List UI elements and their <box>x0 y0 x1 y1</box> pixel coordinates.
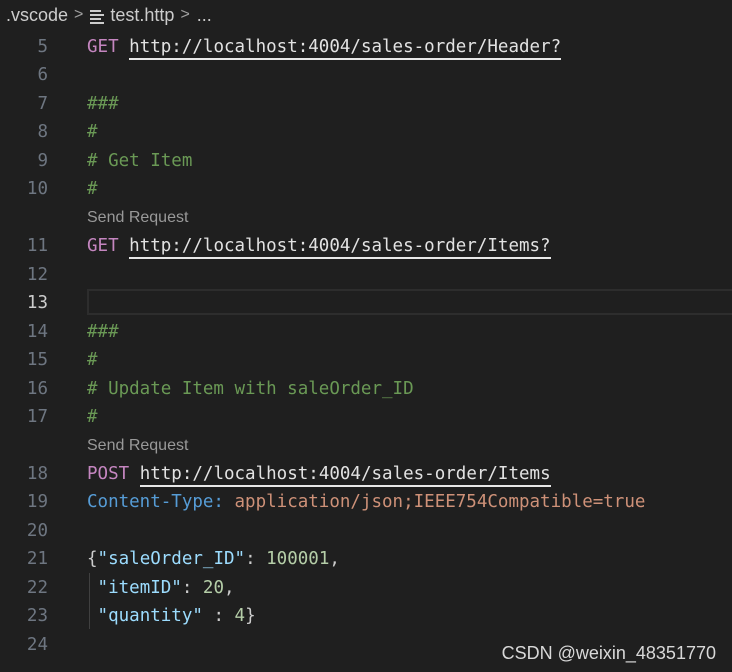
code-lens: Send Request <box>0 432 732 460</box>
comment: # Update Item with saleOrder_ID <box>87 379 414 399</box>
comment: ### <box>87 322 119 342</box>
code-line[interactable]: 16 # Update Item with saleOrder_ID <box>0 375 732 403</box>
line-number: 20 <box>26 521 48 541</box>
code-line[interactable]: 10 # <box>0 175 732 203</box>
header-value: application/json;IEEE754Compatible=true <box>234 492 646 512</box>
lines-file-icon <box>90 9 105 24</box>
breadcrumb-folder[interactable]: .vscode <box>6 5 68 26</box>
request-method: POST <box>87 464 130 484</box>
code-line[interactable]: 5 GET http://localhost:4004/sales-order/… <box>0 33 732 61</box>
code-line[interactable]: 23 "quantity" : 4} <box>0 602 732 630</box>
request-url-link[interactable]: http://localhost:4004/sales-order/Items <box>139 464 551 487</box>
json-brace: { <box>87 549 98 569</box>
code-line[interactable]: 18 POST http://localhost:4004/sales-orde… <box>0 460 732 488</box>
request-method: GET <box>87 236 119 256</box>
code-line-active[interactable]: 13 <box>0 289 732 317</box>
request-url-link[interactable]: http://localhost:4004/sales-order/Items? <box>129 236 551 259</box>
send-request-link[interactable]: Send Request <box>87 209 188 227</box>
comment: # <box>87 179 98 199</box>
comment: # <box>87 350 98 370</box>
line-number: 13 <box>26 293 48 313</box>
json-brace: } <box>245 606 256 626</box>
json-colon: : <box>245 549 267 569</box>
send-request-link[interactable]: Send Request <box>87 437 188 455</box>
json-value: 100001 <box>266 549 330 569</box>
line-number: 9 <box>37 151 48 171</box>
line-number: 10 <box>26 179 48 199</box>
chevron-right-icon: > <box>74 6 84 23</box>
comment: ### <box>87 94 119 114</box>
code-line[interactable]: 8 # <box>0 118 732 146</box>
line-number: 21 <box>26 549 48 569</box>
line-number: 17 <box>26 407 48 427</box>
code-line[interactable]: 14 ### <box>0 318 732 346</box>
line-number: 14 <box>26 322 48 342</box>
code-line[interactable]: 15 # <box>0 346 732 374</box>
request-method: GET <box>87 37 119 57</box>
watermark: CSDN @weixin_48351770 <box>501 643 716 663</box>
json-key: "itemID" <box>97 578 182 598</box>
json-value: 20 <box>202 578 224 598</box>
line-number: 12 <box>26 265 48 285</box>
comment: # Get Item <box>87 151 193 171</box>
line-number: 11 <box>26 236 48 256</box>
line-number: 8 <box>37 122 48 142</box>
code-lens: Send Request <box>0 204 732 232</box>
line-number: 6 <box>37 65 48 85</box>
json-key: "quantity" <box>97 606 203 626</box>
code-line[interactable]: 9 # Get Item <box>0 147 732 175</box>
line-number: 18 <box>26 464 48 484</box>
chevron-right-icon: > <box>180 6 190 23</box>
code-line[interactable]: 21 {"saleOrder_ID": 100001, <box>0 545 732 573</box>
comment: # <box>87 122 98 142</box>
json-comma: , <box>224 578 235 598</box>
breadcrumb-file[interactable]: test.http <box>110 5 174 26</box>
line-number: 22 <box>26 578 48 598</box>
header-name: Content-Type: <box>87 492 224 512</box>
code-editor[interactable]: 5 GET http://localhost:4004/sales-order/… <box>0 30 732 672</box>
json-key: "saleOrder_ID" <box>97 549 246 569</box>
line-number: 16 <box>26 379 48 399</box>
line-number: 5 <box>37 37 48 57</box>
line-number: 23 <box>26 606 48 626</box>
json-colon: : <box>181 578 203 598</box>
json-comma: , <box>329 549 340 569</box>
breadcrumb-symbols[interactable]: ... <box>197 5 212 26</box>
line-number: 7 <box>37 94 48 114</box>
line-number: 15 <box>26 350 48 370</box>
json-colon: : <box>202 606 235 626</box>
code-line[interactable]: 22 "itemID": 20, <box>0 574 732 602</box>
code-line[interactable]: 20 <box>0 517 732 545</box>
code-line[interactable]: 6 <box>0 61 732 89</box>
json-value: 4 <box>234 606 246 626</box>
breadcrumb: .vscode > test.http > ... <box>0 0 732 30</box>
code-line[interactable]: 11 GET http://localhost:4004/sales-order… <box>0 232 732 260</box>
code-line[interactable]: 7 ### <box>0 90 732 118</box>
request-url-link[interactable]: http://localhost:4004/sales-order/Header… <box>129 37 562 60</box>
comment: # <box>87 407 98 427</box>
code-line[interactable]: 19 Content-Type: application/json;IEEE75… <box>0 488 732 516</box>
line-number: 19 <box>26 492 48 512</box>
code-line[interactable]: 17 # <box>0 403 732 431</box>
code-line[interactable]: 12 <box>0 261 732 289</box>
line-number: 24 <box>26 635 48 655</box>
